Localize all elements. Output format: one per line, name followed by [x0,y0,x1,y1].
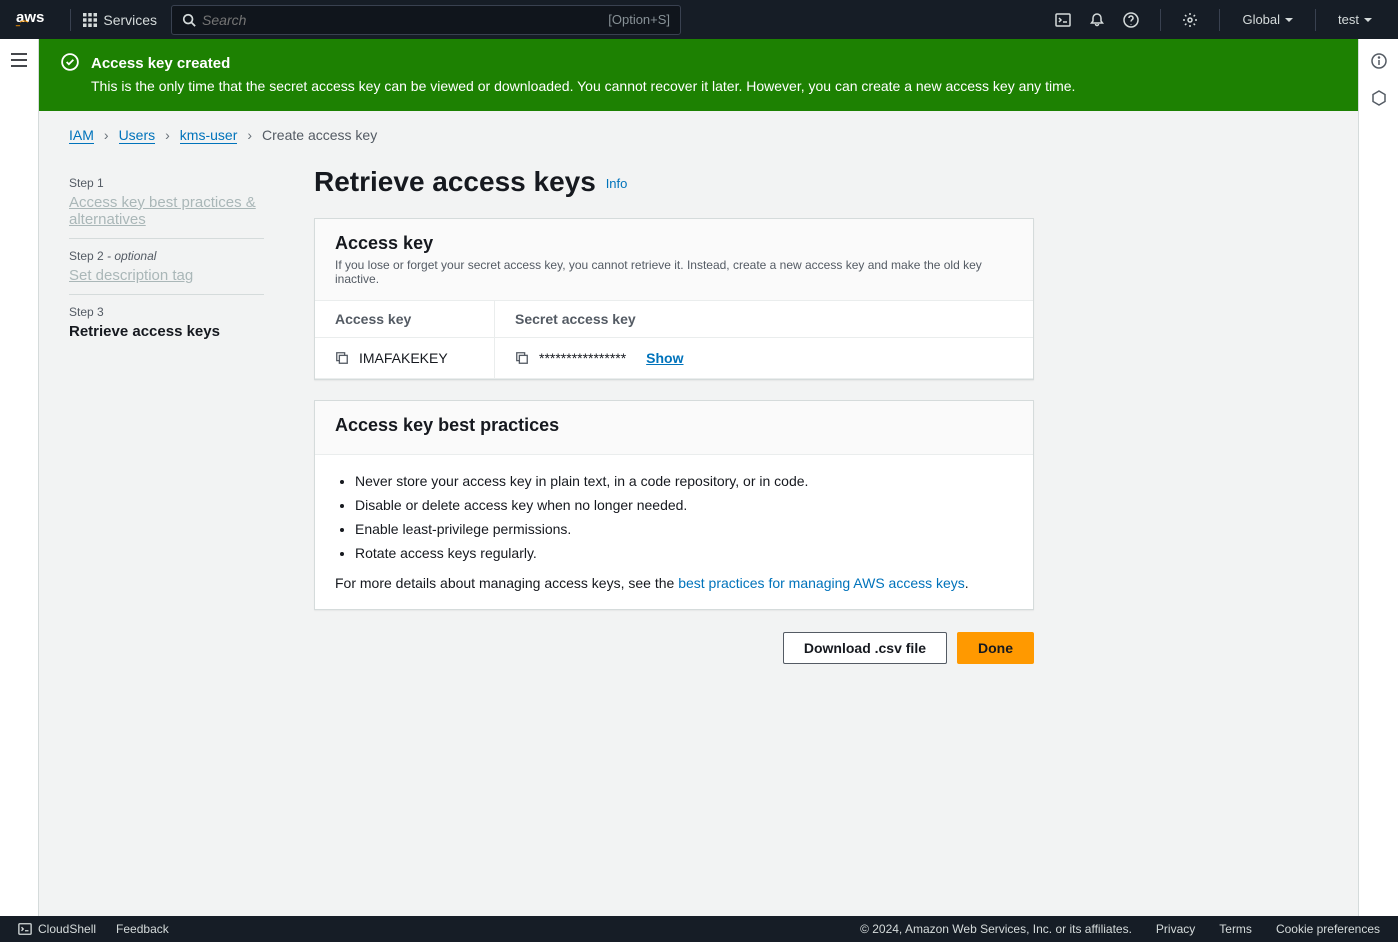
chevron-right-icon: › [104,127,109,143]
step-number: Step 3 [69,305,264,319]
settings-button[interactable] [1173,12,1207,28]
panel-title: Access key best practices [335,415,1013,436]
best-practices-list: Never store your access key in plain tex… [335,473,1013,561]
step-title: Set description tag [69,267,264,284]
terminal-icon [1055,12,1071,28]
notifications-button[interactable] [1080,12,1114,28]
page-title: Retrieve access keys [314,166,596,198]
flash-message: This is the only time that the secret ac… [91,76,1075,97]
tools-panel-toggle[interactable] [1371,90,1387,109]
access-key-panel: Access key If you lose or forget your se… [314,218,1034,380]
flash-title: Access key created [91,53,1075,76]
bell-icon [1089,12,1105,28]
grid-icon [83,13,97,27]
tools-panel-rail [1358,39,1398,916]
info-circle-icon [1371,53,1387,69]
chevron-right-icon: › [165,127,170,143]
list-item: Enable least-privilege permissions. [355,521,1013,537]
wizard-step-2[interactable]: Step 2 - optional Set description tag [69,239,264,295]
footer: CloudShell Feedback © 2024, Amazon Web S… [0,916,1398,942]
breadcrumb-users[interactable]: Users [119,127,156,144]
step-title: Access key best practices & alternatives [69,194,264,228]
info-link[interactable]: Info [606,176,628,191]
divider [1219,9,1220,31]
info-panel-toggle[interactable] [1371,53,1387,72]
list-item: Never store your access key in plain tex… [355,473,1013,489]
success-flash: Access key created This is the only time… [39,39,1358,111]
cookie-prefs-link[interactable]: Cookie preferences [1276,922,1380,936]
search-input[interactable] [196,12,608,28]
key-table-row: IMAFAKEKEY **************** Show [315,338,1033,379]
help-icon [1123,12,1139,28]
step-number: Step 2 - optional [69,249,264,263]
side-nav-toggle[interactable] [0,39,39,916]
hamburger-icon [11,53,27,67]
breadcrumb-iam[interactable]: IAM [69,127,94,144]
breadcrumb: IAM › Users › kms-user › Create access k… [69,127,1328,144]
wizard-steps: Step 1 Access key best practices & alter… [69,166,264,664]
key-table-header: Access key Secret access key [315,301,1033,338]
cloudshell-button[interactable]: CloudShell [18,922,96,936]
panel-title: Access key [335,233,1013,254]
cloudshell-icon-button[interactable] [1046,12,1080,28]
wizard-step-3: Step 3 Retrieve access keys [69,295,264,350]
copy-secret-key-button[interactable] [515,351,529,365]
caret-down-icon [1285,16,1293,24]
best-practices-link[interactable]: best practices for managing AWS access k… [678,575,965,591]
divider [70,9,71,31]
gear-icon [1182,12,1198,28]
help-button[interactable] [1114,12,1148,28]
feedback-link[interactable]: Feedback [116,922,169,936]
copyright: © 2024, Amazon Web Services, Inc. or its… [860,922,1132,936]
breadcrumb-user[interactable]: kms-user [180,127,238,144]
chevron-right-icon: › [247,127,252,143]
account-menu[interactable]: test [1328,12,1382,27]
divider [1315,9,1316,31]
panel-subtitle: If you lose or forget your secret access… [335,258,1013,286]
hexagon-icon [1371,90,1387,106]
more-details: For more details about managing access k… [335,575,1013,591]
search-icon [182,13,196,27]
services-menu-button[interactable]: Services [83,12,157,28]
wizard-step-1[interactable]: Step 1 Access key best practices & alter… [69,166,264,239]
step-title: Retrieve access keys [69,323,264,340]
search-shortcut: [Option+S] [608,12,670,27]
top-nav: aws ⎯⏜ Services [Option+S] Global t [0,0,1398,39]
copy-icon [335,351,349,365]
check-circle-icon [61,53,79,71]
col-secret-key: Secret access key [495,301,1033,337]
terms-link[interactable]: Terms [1219,922,1252,936]
cloudshell-label: CloudShell [38,922,96,936]
col-access-key: Access key [315,301,495,337]
services-label: Services [103,12,157,28]
secret-key-masked: **************** [539,350,626,366]
copy-access-key-button[interactable] [335,351,349,365]
region-selector[interactable]: Global [1232,12,1303,27]
search-box[interactable]: [Option+S] [171,5,681,35]
account-label: test [1338,12,1359,27]
step-number: Step 1 [69,176,264,190]
access-key-value: IMAFAKEKEY [359,350,448,366]
done-button[interactable]: Done [957,632,1034,664]
terminal-icon [18,922,32,936]
list-item: Disable or delete access key when no lon… [355,497,1013,513]
best-practices-panel: Access key best practices Never store yo… [314,400,1034,610]
divider [1160,9,1161,31]
copy-icon [515,351,529,365]
aws-logo[interactable]: aws ⎯⏜ [16,10,44,30]
list-item: Rotate access keys regularly. [355,545,1013,561]
show-secret-button[interactable]: Show [646,350,683,366]
caret-down-icon [1364,16,1372,24]
breadcrumb-current: Create access key [262,127,377,143]
nav-right: Global test [1046,9,1382,31]
region-label: Global [1242,12,1280,27]
download-csv-button[interactable]: Download .csv file [783,632,947,664]
privacy-link[interactable]: Privacy [1156,922,1195,936]
